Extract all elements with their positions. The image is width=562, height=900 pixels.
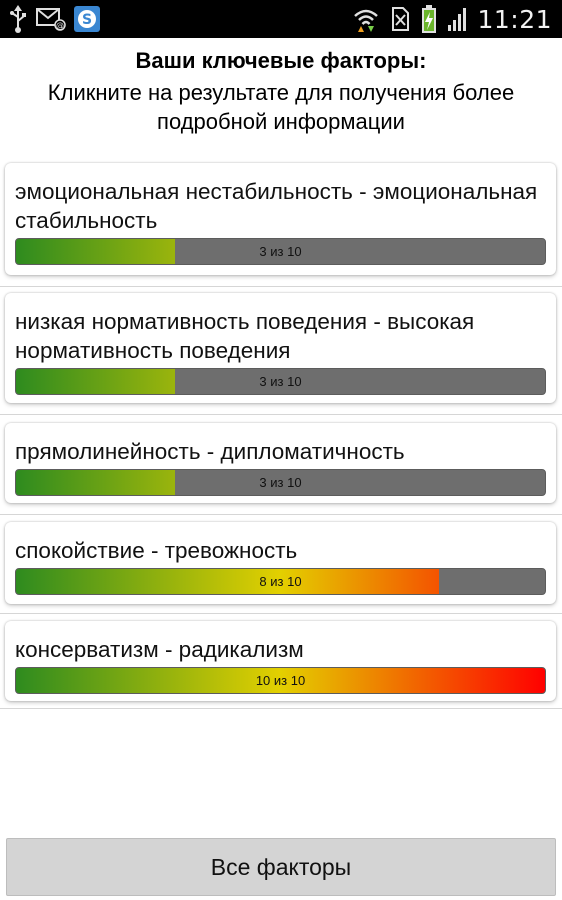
factor-score-bar: 3 из 10 [15, 368, 546, 395]
factor-score-bar: 10 из 10 [15, 667, 546, 694]
page-title: Ваши ключевые факторы: [135, 48, 427, 73]
factor-card-1[interactable]: эмоциональная нестабильность - эмоционал… [5, 163, 556, 275]
status-bar: @ S 11:21 [0, 0, 562, 38]
factor-score-text: 3 из 10 [259, 475, 302, 490]
svg-text:@: @ [56, 21, 64, 30]
all-factors-button[interactable]: Все факторы [6, 838, 556, 896]
factor-label: низкая нормативность поведения - высокая… [15, 309, 475, 363]
skype-icon: S [74, 6, 100, 32]
list-item: спокойствие - тревожность 8 из 10 [0, 515, 562, 614]
factor-score-bar: 3 из 10 [15, 469, 546, 496]
factor-card-2[interactable]: низкая нормативность поведения - высокая… [5, 293, 556, 403]
factor-score-text: 8 из 10 [259, 574, 302, 589]
page-subtitle: Кликните на результате для получения бол… [47, 80, 515, 134]
notification-icons: @ S [8, 4, 100, 34]
factor-card-5[interactable]: консерватизм - радикализм 10 из 10 [5, 621, 556, 701]
factor-list: эмоциональная нестабильность - эмоционал… [0, 157, 562, 709]
wifi-icon [353, 6, 379, 32]
list-item: прямолинейность - дипломатичность 3 из 1… [0, 415, 562, 515]
signal-icon [447, 6, 467, 32]
svg-text:S: S [82, 12, 92, 28]
system-icons: 11:21 [353, 0, 552, 38]
page-header: Ваши ключевые факторы: Кликните на резул… [0, 44, 562, 136]
factor-score-bar: 3 из 10 [15, 238, 546, 265]
factor-label: спокойствие - тревожность [15, 538, 298, 563]
usb-icon [8, 5, 28, 33]
clock: 11:21 [477, 4, 552, 34]
list-item: консерватизм - радикализм 10 из 10 [0, 614, 562, 709]
factor-score-text: 3 из 10 [259, 374, 302, 389]
factor-card-3[interactable]: прямолинейность - дипломатичность 3 из 1… [5, 423, 556, 503]
list-item: эмоциональная нестабильность - эмоционал… [0, 157, 562, 287]
factor-label: прямолинейность - дипломатичность [15, 439, 405, 464]
mail-icon: @ [36, 7, 66, 31]
battery-charging-icon [421, 5, 437, 33]
factor-card-4[interactable]: спокойствие - тревожность 8 из 10 [5, 522, 556, 604]
factor-score-text: 10 из 10 [255, 673, 306, 688]
factor-score-bar: 8 из 10 [15, 568, 546, 595]
factor-label: эмоциональная нестабильность - эмоционал… [15, 179, 538, 233]
no-sim-icon [389, 6, 411, 32]
factor-label: консерватизм - радикализм [15, 637, 304, 662]
list-item: низкая нормативность поведения - высокая… [0, 287, 562, 415]
factor-score-text: 3 из 10 [259, 244, 302, 259]
